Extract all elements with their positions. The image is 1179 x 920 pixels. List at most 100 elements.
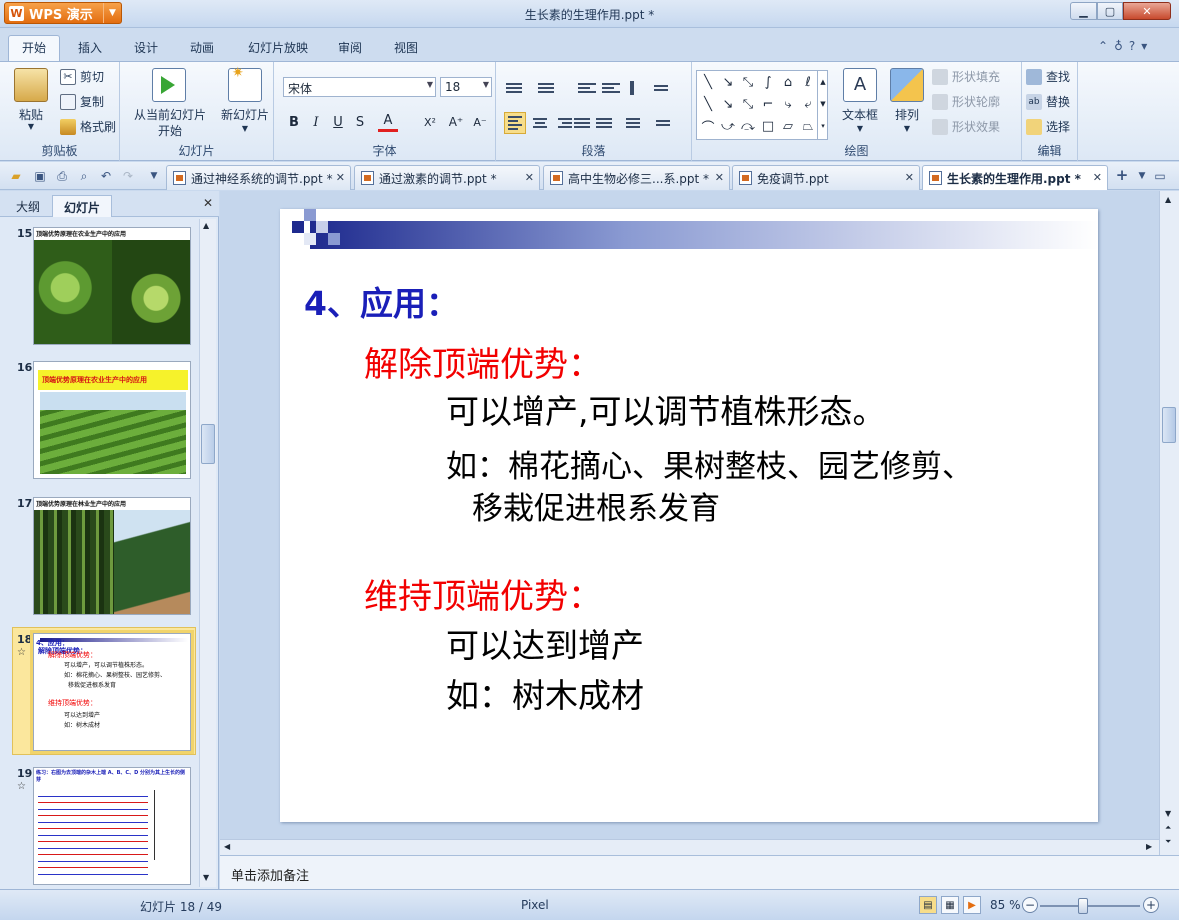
elbow-arrow-shape-icon[interactable]: ⤷	[779, 95, 797, 113]
double-arrow-shape-icon[interactable]: ⤡	[739, 73, 757, 91]
decrease-indent-icon[interactable]	[578, 79, 598, 97]
align-right-icon[interactable]	[552, 114, 572, 132]
chevron-down-icon[interactable]: ▼	[834, 124, 886, 133]
doc-tab[interactable]: 通过激素的调节.ppt * ✕	[354, 165, 540, 190]
replace-button[interactable]: ab 替换	[1026, 93, 1070, 110]
tab-view[interactable]: 视图	[382, 36, 430, 60]
elbow-shape-icon[interactable]: ⌐	[759, 95, 777, 113]
tab-animation[interactable]: 动画	[178, 36, 226, 60]
print-icon[interactable]: ⎙	[54, 168, 70, 184]
save-icon[interactable]: ▣	[32, 168, 48, 184]
zoom-in-icon[interactable]: +	[1143, 897, 1159, 913]
maximize-button[interactable]: ▢	[1097, 2, 1123, 20]
horizontal-scrollbar[interactable]: ◀ ▶	[220, 839, 1159, 855]
font-size-select[interactable]: 18 ▼	[440, 77, 492, 97]
tab-review[interactable]: 审阅	[326, 36, 374, 60]
line-shape-icon[interactable]: ╲	[699, 95, 717, 113]
tab-insert[interactable]: 插入	[66, 36, 114, 60]
gallery-scroll[interactable]: ▲ ▼ ▾	[817, 71, 828, 139]
notes-placeholder[interactable]: 单击添加备注	[231, 865, 309, 884]
bold-button[interactable]: B	[284, 112, 304, 132]
slide-sorter-icon[interactable]: ▦	[941, 896, 959, 914]
open-icon[interactable]: ▰	[8, 168, 24, 184]
tab-outline[interactable]: 大纲	[6, 195, 50, 217]
close-icon[interactable]: ✕	[1093, 171, 1102, 184]
slide-thumbnail[interactable]: 顶端优势原理在林业生产中的应用	[33, 497, 191, 615]
paragraph-spacing-icon[interactable]	[656, 114, 676, 132]
curve-shape-icon[interactable]: ∫	[759, 73, 777, 91]
section1-line2[interactable]: 如：棉花摘心、果树整枝、园艺修剪、	[446, 441, 973, 486]
vertical-scrollbar[interactable]: ▲ ▼ ⏶ ⏷	[1159, 191, 1179, 855]
chevron-down-icon[interactable]: ▼	[1165, 809, 1171, 818]
chevron-down-icon[interactable]: ▼	[216, 124, 274, 133]
zoom-out-icon[interactable]: −	[1022, 897, 1038, 913]
tab-slides[interactable]: 幻灯片	[52, 195, 112, 217]
tab-home[interactable]: 开始	[8, 35, 60, 63]
section2-title[interactable]: 维持顶端优势：	[364, 569, 602, 618]
play-from-current-button[interactable]: 从当前幻灯片	[126, 106, 214, 123]
tab-slideshow[interactable]: 幻灯片放映	[238, 36, 318, 60]
previous-slide-icon[interactable]: ⏶	[1165, 823, 1171, 833]
slideshow-view-icon[interactable]: ▶	[963, 896, 981, 914]
chevron-down-icon[interactable]: ▾	[1141, 39, 1153, 53]
numbering-icon[interactable]	[538, 79, 558, 97]
textbox-icon[interactable]: A	[843, 68, 877, 102]
distribute-icon[interactable]	[596, 114, 616, 132]
slide-thumbnail[interactable]: 顶端优势原理在农业生产中的应用	[33, 361, 191, 479]
arrow-shape-icon[interactable]: ↘	[719, 95, 737, 113]
curved-arrow-shape-icon[interactable]: ⤻	[719, 117, 737, 135]
zoom-slider-track[interactable]	[1040, 905, 1140, 907]
close-icon[interactable]: ✕	[525, 171, 534, 184]
close-icon[interactable]: ✕	[336, 171, 345, 184]
next-slide-icon[interactable]: ⏷	[1165, 837, 1171, 847]
undo-icon[interactable]: ↶	[98, 168, 114, 184]
select-button[interactable]: 选择	[1026, 118, 1070, 135]
justify-icon[interactable]	[574, 114, 594, 132]
shadow-button[interactable]: S	[350, 112, 370, 132]
grow-font-button[interactable]: A⁺	[446, 112, 466, 132]
shapes-gallery[interactable]: ╲ ↘ ⤡ ∫ ⌂ ℓ ╲ ↘ ⤡ ⌐ ⤷ ⤶ ⌒ ⤻ ⤼ □ ▱ ⏢ ▲ ▼ ▾	[696, 70, 828, 140]
slides-panel-scrollbar[interactable]: ▲ ▼	[199, 219, 216, 887]
new-tab-icon[interactable]: +	[1114, 166, 1130, 184]
section2-line1[interactable]: 可以达到增产	[446, 619, 644, 667]
scribble-shape-icon[interactable]: ℓ	[799, 73, 817, 91]
slide-canvas[interactable]: 4、应用： 解除顶端优势： 可以增产,可以调节植株形态。 如：棉花摘心、果树整枝…	[280, 209, 1098, 822]
chevron-left-icon[interactable]: ◀	[224, 842, 230, 851]
chevron-down-icon[interactable]: ▼	[1134, 168, 1150, 184]
italic-button[interactable]: I	[306, 112, 326, 132]
shrink-font-button[interactable]: A⁻	[470, 112, 490, 132]
minimize-button[interactable]: ▁	[1070, 2, 1097, 20]
text-direction-icon[interactable]	[630, 79, 650, 97]
collapse-ribbon-icon[interactable]: ⌃	[1098, 39, 1114, 53]
align-text-icon[interactable]	[654, 79, 674, 97]
doc-tab[interactable]: 高中生物必修三...系.ppt * ✕	[543, 165, 730, 190]
new-slide-icon[interactable]: ✷	[228, 65, 262, 102]
align-left-icon[interactable]	[504, 112, 526, 134]
scrollbar-thumb[interactable]	[201, 424, 215, 464]
slide-thumbnail[interactable]: 顶端优势原理在农业生产中的应用	[33, 227, 191, 345]
parallelogram-shape-icon[interactable]: ▱	[779, 117, 797, 135]
freeform-shape-icon[interactable]: ⌂	[779, 73, 797, 91]
section1-title[interactable]: 解除顶端优势：	[364, 337, 602, 386]
notes-pane[interactable]: 单击添加备注	[220, 855, 1179, 889]
font-name-select[interactable]: 宋体 ▼	[283, 77, 436, 97]
superscript-button[interactable]: X²	[420, 112, 440, 132]
close-icon[interactable]: ✕	[203, 196, 213, 210]
line-shape-icon[interactable]: ╲	[699, 73, 717, 91]
skin-icon[interactable]: ♁	[1114, 39, 1129, 53]
customize-toolbar-icon[interactable]: ▼	[146, 168, 162, 184]
slide-thumbnail-active[interactable]: 解除顶端优势： 4、应用： 解除顶端优势： 可以增产，可以调节植株形态。 如：棉…	[30, 630, 194, 754]
section1-line3[interactable]: 移栽促进根系发育	[472, 483, 720, 528]
cut-button[interactable]: ✂ 剪切	[60, 68, 104, 85]
align-center-icon[interactable]	[530, 114, 550, 132]
shape-outline-button[interactable]: 形状轮廓	[932, 93, 1000, 110]
rectangle-shape-icon[interactable]: □	[759, 117, 777, 135]
chevron-up-icon[interactable]: ▲	[1165, 195, 1171, 204]
arrange-icon[interactable]	[890, 68, 924, 102]
shape-effect-button[interactable]: 形状效果	[932, 118, 1000, 135]
underline-button[interactable]: U	[328, 112, 348, 132]
close-icon[interactable]: ✕	[905, 171, 914, 184]
trapezoid-shape-icon[interactable]: ⏢	[799, 117, 817, 135]
chevron-up-icon[interactable]: ▲	[203, 221, 209, 230]
double-arrow-shape-icon[interactable]: ⤡	[739, 95, 757, 113]
